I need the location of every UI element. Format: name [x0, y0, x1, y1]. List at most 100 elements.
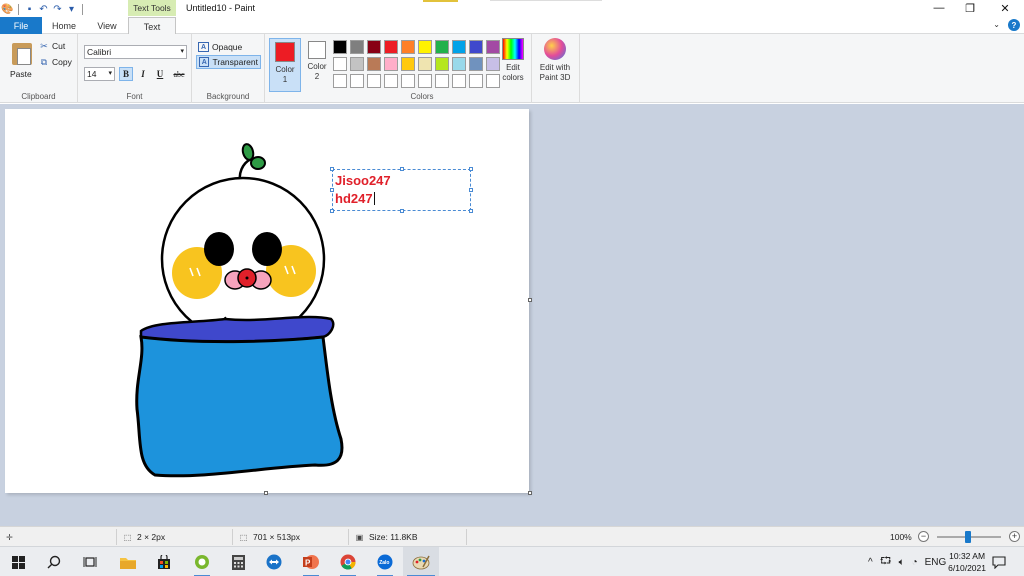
notification-button[interactable] [992, 547, 1006, 576]
copy-button[interactable]: ⧉ Copy [39, 57, 72, 68]
opaque-button[interactable]: A Opaque [196, 40, 244, 54]
palette-swatch[interactable] [469, 74, 483, 88]
palette-swatch[interactable] [486, 57, 500, 71]
resize-handle[interactable] [469, 167, 473, 171]
paste-button[interactable]: Paste [2, 36, 35, 86]
zoom-slider-thumb[interactable] [965, 531, 971, 543]
edit-with-paint3d-button[interactable]: Edit with Paint 3D [535, 38, 575, 83]
palette-swatch[interactable] [401, 40, 415, 54]
palette-swatch[interactable] [469, 57, 483, 71]
wifi-icon[interactable]: ◔ [912, 557, 918, 568]
start-button[interactable] [0, 547, 36, 576]
chevron-up-icon[interactable]: ^ [868, 557, 873, 568]
undo-icon[interactable]: ↶ [38, 4, 49, 15]
tab-home[interactable]: Home [42, 17, 86, 34]
resize-handle[interactable] [469, 188, 473, 192]
clock[interactable]: 10:32 AM 6/10/2021 [948, 550, 986, 574]
calculator-button[interactable] [220, 547, 256, 576]
paint-icon [412, 555, 430, 570]
workspace[interactable]: Jisoo247 hd247 [0, 104, 1024, 526]
store-button[interactable] [146, 547, 182, 576]
minimize-button[interactable]: — [924, 0, 954, 16]
chrome-icon [340, 554, 356, 570]
palette-swatch[interactable] [333, 40, 347, 54]
folder-icon [120, 557, 136, 569]
palette-swatch[interactable] [418, 74, 432, 88]
paint-app-icon[interactable]: 🎨 [1, 4, 13, 15]
task-view-button[interactable] [72, 547, 108, 576]
palette-swatch[interactable] [350, 40, 364, 54]
palette-swatch[interactable] [401, 57, 415, 71]
chrome-button[interactable] [330, 547, 366, 576]
file-explorer-button[interactable] [110, 547, 146, 576]
palette-swatch[interactable] [384, 40, 398, 54]
text-box[interactable]: Jisoo247 hd247 [330, 167, 473, 213]
resize-handle[interactable] [400, 167, 404, 171]
right-eye [252, 232, 282, 266]
redo-icon[interactable]: ↷ [52, 4, 63, 15]
bold-button[interactable]: B [119, 67, 133, 81]
teamviewer-button[interactable] [256, 547, 292, 576]
palette-swatch[interactable] [469, 40, 483, 54]
palette-swatch[interactable] [401, 74, 415, 88]
zoom-out-button[interactable]: − [918, 531, 929, 542]
transparent-button[interactable]: A Transparent [196, 55, 261, 69]
resize-handle[interactable] [330, 167, 334, 171]
save-icon[interactable]: ▪ [24, 4, 35, 15]
palette-swatch[interactable] [435, 40, 449, 54]
collapse-ribbon-icon[interactable]: ⌄ [993, 20, 1000, 29]
paint-taskbar-button[interactable] [403, 547, 439, 576]
strikethrough-button[interactable]: abc [170, 67, 188, 81]
font-size-value: 14 [87, 69, 97, 79]
palette-swatch[interactable] [350, 74, 364, 88]
palette-swatch[interactable] [367, 40, 381, 54]
powerpoint-button[interactable]: P [293, 547, 329, 576]
resize-handle[interactable] [400, 209, 404, 213]
resize-handle[interactable] [330, 209, 334, 213]
italic-button[interactable]: I [136, 67, 150, 81]
maximize-button[interactable]: ❐ [955, 0, 985, 16]
underline-button[interactable]: U [153, 67, 167, 81]
palette-swatch[interactable] [333, 74, 347, 88]
cut-button[interactable]: ✂ Cut [39, 41, 65, 52]
customize-qat-icon[interactable]: ▾ [66, 4, 77, 15]
palette-swatch[interactable] [452, 74, 466, 88]
palette-swatch[interactable] [367, 57, 381, 71]
zalo-button[interactable]: Zalo [367, 547, 403, 576]
edit-colors-button[interactable]: Edit colors [500, 38, 526, 83]
canvas-resize-handle-corner[interactable] [528, 491, 532, 495]
canvas-resize-handle-right[interactable] [528, 298, 532, 302]
help-icon[interactable]: ? [1008, 19, 1020, 31]
zoom-in-button[interactable]: + [1009, 531, 1020, 542]
palette-swatch[interactable] [350, 57, 364, 71]
palette-swatch[interactable] [418, 40, 432, 54]
palette-swatch[interactable] [452, 57, 466, 71]
color2-button[interactable]: Color 2 [301, 38, 333, 92]
volume-icon[interactable]: 🔈︎ [899, 557, 905, 568]
palette-swatch[interactable] [367, 74, 381, 88]
palette-swatch[interactable] [418, 57, 432, 71]
palette-swatch[interactable] [435, 74, 449, 88]
drawing-canvas[interactable]: Jisoo247 hd247 [5, 109, 529, 493]
coccoc-browser-button[interactable] [184, 547, 220, 576]
language-icon[interactable]: ENG [925, 557, 947, 568]
palette-swatch[interactable] [435, 57, 449, 71]
font-size-select[interactable]: 14 ▾ [84, 67, 115, 81]
resize-handle[interactable] [330, 188, 334, 192]
font-family-select[interactable]: Calibri ▾ [84, 45, 187, 59]
search-button[interactable] [36, 547, 72, 576]
tab-text[interactable]: Text [128, 17, 176, 35]
resize-handle[interactable] [469, 209, 473, 213]
tab-file[interactable]: File [0, 17, 42, 34]
network-icon[interactable]: ⮔ [880, 554, 892, 571]
close-button[interactable]: ✕ [990, 0, 1020, 16]
tab-view[interactable]: View [86, 17, 128, 34]
palette-swatch[interactable] [384, 74, 398, 88]
palette-swatch[interactable] [384, 57, 398, 71]
color1-button[interactable]: Color 1 [269, 38, 301, 92]
palette-swatch[interactable] [452, 40, 466, 54]
canvas-resize-handle-bottom[interactable] [264, 491, 268, 495]
palette-swatch[interactable] [486, 40, 500, 54]
palette-swatch[interactable] [333, 57, 347, 71]
palette-swatch[interactable] [486, 74, 500, 88]
